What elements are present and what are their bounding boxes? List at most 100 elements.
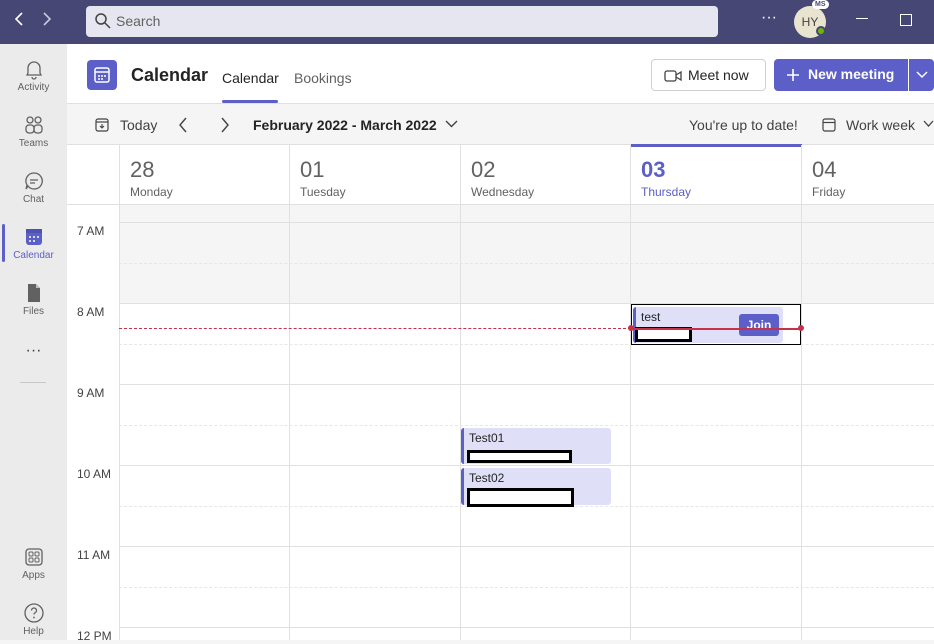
day-name: Friday [812,185,846,199]
day-number: 04 [812,157,837,182]
time-label: 9 AM [77,386,105,400]
current-time-dot [798,325,804,331]
day-number: 28 [130,157,155,182]
next-week-icon[interactable] [219,116,231,134]
day-number: 02 [471,157,496,182]
rail-more-button[interactable]: ··· [0,342,67,366]
day-column-tuesday[interactable]: 01 Tuesday [289,145,460,640]
time-label: 8 AM [77,305,105,319]
calendar-icon [25,229,42,245]
previous-week-icon[interactable] [177,116,189,134]
chevron-down-icon [916,71,928,79]
event-title: Test01 [469,431,505,445]
rail-item-files[interactable]: Files [0,274,67,324]
chevron-down-icon[interactable] [445,120,458,128]
event-test-selection[interactable]: test Join [631,304,801,345]
tab-bookings[interactable]: Bookings [294,70,352,86]
rail-label-files: Files [22,306,45,317]
half-hour-line [119,263,934,264]
forward-icon[interactable] [40,10,54,33]
day-number: 01 [300,157,325,182]
time-label: 11 AM [77,548,111,562]
event-title: test [641,310,661,324]
calendar-toolbar: Today February 2022 - March 2022 You're … [67,104,934,145]
current-time-line [631,328,801,330]
hour-line [119,627,934,628]
app-rail: Activity Teams Chat Calendar Files ··· A… [0,44,67,640]
plus-icon [787,69,799,81]
more-options-icon[interactable]: ··· [761,9,777,27]
redacted-block [467,488,574,507]
rail-item-calendar[interactable]: Calendar [0,218,67,268]
rail-item-activity[interactable]: Activity [0,50,67,100]
bell-icon [25,61,42,80]
redacted-block [467,450,572,463]
time-label: 10 AM [77,467,112,481]
hour-line [119,465,934,466]
rail-label-help: Help [23,626,44,637]
apps-icon [24,548,43,566]
rail-item-help[interactable]: Help [0,594,67,644]
search-placeholder: Search [116,13,161,29]
day-number: 03 [641,157,666,182]
view-icon [822,118,836,132]
event-test01[interactable]: Test01 [461,428,611,464]
current-time-dot [628,325,634,331]
half-hour-line [119,587,934,588]
back-icon[interactable] [12,10,26,33]
day-column-friday[interactable]: 04 Friday [801,145,934,640]
rail-label-activity: Activity [17,82,50,93]
video-icon [664,70,682,82]
half-hour-line [119,344,934,345]
date-range-picker[interactable]: February 2022 - March 2022 [253,117,437,133]
view-selector[interactable]: Work week [846,117,915,133]
title-bar: Search ··· HY MS [0,0,934,44]
rail-item-teams[interactable]: Teams [0,106,67,156]
rail-divider [20,382,46,383]
time-label: 7 AM [77,224,105,238]
event-test[interactable]: test Join [633,307,783,343]
day-column-thursday[interactable]: 03 Thursday [630,144,802,640]
meet-now-button[interactable]: Meet now [651,59,766,91]
hour-line [119,303,934,304]
org-badge: MS [812,0,829,9]
rail-item-chat[interactable]: Chat [0,162,67,212]
chat-icon [24,172,43,190]
teams-icon [24,116,43,134]
rail-label-teams: Teams [18,138,49,149]
today-icon [95,118,109,132]
help-icon [23,603,44,623]
page-title: Calendar [131,65,209,85]
rail-label-apps: Apps [22,570,45,581]
current-time-line-past [119,328,631,329]
meet-now-label: Meet now [688,67,749,83]
new-meeting-button[interactable]: New meeting [774,59,908,91]
time-gutter [67,205,119,640]
search-input[interactable]: Search [86,6,718,37]
half-hour-line [119,425,934,426]
active-tab-indicator [222,100,278,103]
chevron-down-icon[interactable] [923,120,934,128]
day-column-monday[interactable]: 28 Monday [119,145,290,640]
maximize-icon[interactable] [900,14,912,26]
tab-calendar[interactable]: Calendar [222,70,279,86]
today-button[interactable]: Today [120,117,157,133]
time-label: 12 PM [77,629,112,643]
rail-label-chat: Chat [22,194,45,205]
new-meeting-dropdown[interactable] [909,59,934,91]
new-meeting-label: New meeting [808,66,895,82]
minimize-icon[interactable] [856,18,868,19]
calendar-grid: 28 Monday 01 Tuesday 02 Wednesday 03 Thu… [67,144,934,643]
calendar-header: Calendar Calendar Bookings Meet now New … [67,44,934,104]
rail-item-apps[interactable]: Apps [0,538,67,588]
hour-line [119,546,934,547]
presence-available-icon [816,26,826,36]
join-button[interactable]: Join [739,314,779,336]
search-icon [95,13,111,29]
day-column-wednesday[interactable]: 02 Wednesday [460,145,630,640]
calendar-app-icon [87,60,117,90]
rail-label-calendar: Calendar [13,250,54,261]
day-name: Tuesday [300,185,346,199]
event-title: Test02 [469,471,505,485]
event-test02[interactable]: Test02 [461,468,611,507]
